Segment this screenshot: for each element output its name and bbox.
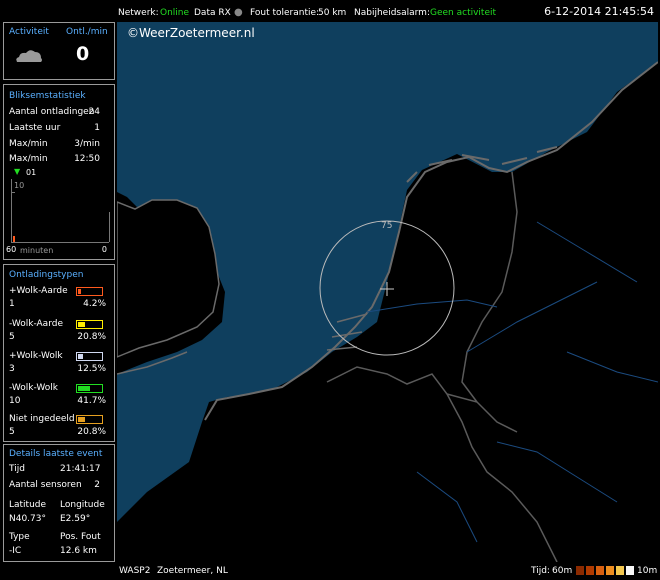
types-title: Ontladingstypen [9,270,84,280]
station-name: WASP2 [119,566,151,576]
type-bar-fill [78,322,85,327]
type-bar-fill [78,386,90,391]
graph-bar [13,236,15,242]
type-label-pos-cc: +Wolk-Wolk [9,351,63,361]
graph-y-tick [11,192,15,193]
stat-label-max-rate: Max/min [9,139,48,149]
proximity-alarm-label: Nabijheidsalarm: [354,8,430,18]
activity-title: Activiteit [9,27,49,37]
last-event-title: Details laatste event [9,449,103,459]
data-rx-indicator-icon: ● [234,7,243,18]
statistics-panel: Bliksemstatistiek Aantal ontladingen 24 … [3,84,115,260]
error-tolerance-value: 50 km [318,8,347,18]
stat-value-last-hour: 1 [94,123,100,133]
activity-panel: Activiteit Ontl./min 0 [3,22,115,80]
station-location: Zoetermeer, NL [157,566,228,576]
strikes-per-minute: 0 [76,43,90,65]
type-bar-pos-cg [76,287,103,296]
time-scale-swatch [606,566,614,575]
stat-value-max-rate: 3/min [74,139,100,149]
time-scale-swatch [576,566,584,575]
type-label-pos-cg: +Wolk-Aarde [9,286,68,296]
type-count-pos-cg: 1 [9,299,15,309]
time-scale-swatch [596,566,604,575]
event-latitude-value: N40.73° [9,514,46,524]
event-time-label: Tijd [9,464,25,474]
event-time-value: 21:41:17 [60,464,101,474]
error-tolerance-label: Fout tolerantie: [250,8,320,18]
type-bar-fill [78,354,83,359]
graph-x-right: 0 [101,245,107,254]
type-percent-unclassified: 20.8% [77,427,106,437]
stat-value-max-time: 12:50 [74,154,100,164]
event-position-error-label: Pos. Fout [60,532,101,542]
date-time: 6-12-2014 21:45:54 [544,5,654,18]
proximity-alarm-status: Geen activiteit [430,8,497,18]
type-percent-neg-cc: 41.7% [77,396,106,406]
lightning-map[interactable]: 75 ©WeerZoetermeer.nl [117,22,658,562]
type-count-unclassified: 5 [9,427,15,437]
discharge-types-panel: Ontladingstypen +Wolk-Aarde 1 4.2% -Wolk… [3,264,115,442]
event-latitude-label: Latitude [9,500,47,510]
event-sensors-label: Aantal sensoren [9,480,82,490]
stat-value-total: 24 [88,107,100,117]
map-canvas: 75 [117,22,658,562]
time-scale-swatch [626,566,634,575]
type-percent-pos-cc: 12.5% [77,364,106,374]
bottom-bar: WASP2 Zoetermeer, NL Tijd: 60m 10m [117,563,658,580]
type-bar-neg-cc [76,384,103,393]
network-status: Online [160,8,190,18]
type-bar-unclassified [76,415,103,424]
type-label-unclassified: Niet ingedeeld [9,414,75,424]
type-bar-neg-cg [76,320,103,329]
type-bar-fill [78,289,81,294]
map-credit: ©WeerZoetermeer.nl [127,26,255,40]
type-percent-pos-cg: 4.2% [83,299,106,309]
type-count-pos-cc: 3 [9,364,15,374]
type-label-neg-cg: -Wolk-Aarde [9,319,63,329]
graph-x-left: 60 [6,245,17,254]
graph-marker-label: 01 [26,168,37,177]
graph-right-edge [109,212,110,242]
event-sensors-value: 2 [94,480,100,490]
data-rx-label: Data RX [194,8,231,18]
event-type-value: -IC [9,546,22,556]
event-type-label: Type [9,532,30,542]
event-longitude-label: Longitude [60,500,105,510]
event-position-error-value: 12.6 km [60,546,97,556]
time-scale-end: 10m [637,566,658,576]
graph-y-max: 10 [14,181,25,190]
statistics-title: Bliksemstatistiek [9,91,86,101]
graph-marker-icon: ▼ [14,167,21,176]
type-bar-pos-cc [76,352,103,361]
stat-label-total: Aantal ontladingen [9,107,95,117]
stat-label-last-hour: Laatste uur [9,123,61,133]
type-bar-fill [78,417,85,422]
network-label: Netwerk: [118,8,159,18]
type-count-neg-cc: 10 [9,396,21,406]
time-scale-swatch [586,566,594,575]
last-event-panel: Details laatste event Tijd 21:41:17 Aant… [3,444,115,562]
type-percent-neg-cg: 20.8% [77,332,106,342]
graph-x-unit: minuten [20,246,54,255]
time-scale-swatch [616,566,624,575]
time-scale-start: 60m [552,566,573,576]
stat-label-max-time: Max/min [9,154,48,164]
range-circle-label: 75 [381,221,392,231]
rate-title: Ontl./min [66,27,108,37]
strike-rate-graph: 10 [11,179,110,243]
england-land [117,199,220,358]
status-bar: Netwerk: Online Data RX ● Fout toleranti… [0,0,660,24]
time-scale-label: Tijd: [531,566,550,576]
event-longitude-value: E2.59° [60,514,91,524]
type-count-neg-cg: 5 [9,332,15,342]
cloud-icon [16,50,42,62]
type-label-neg-cc: -Wolk-Wolk [9,383,58,393]
